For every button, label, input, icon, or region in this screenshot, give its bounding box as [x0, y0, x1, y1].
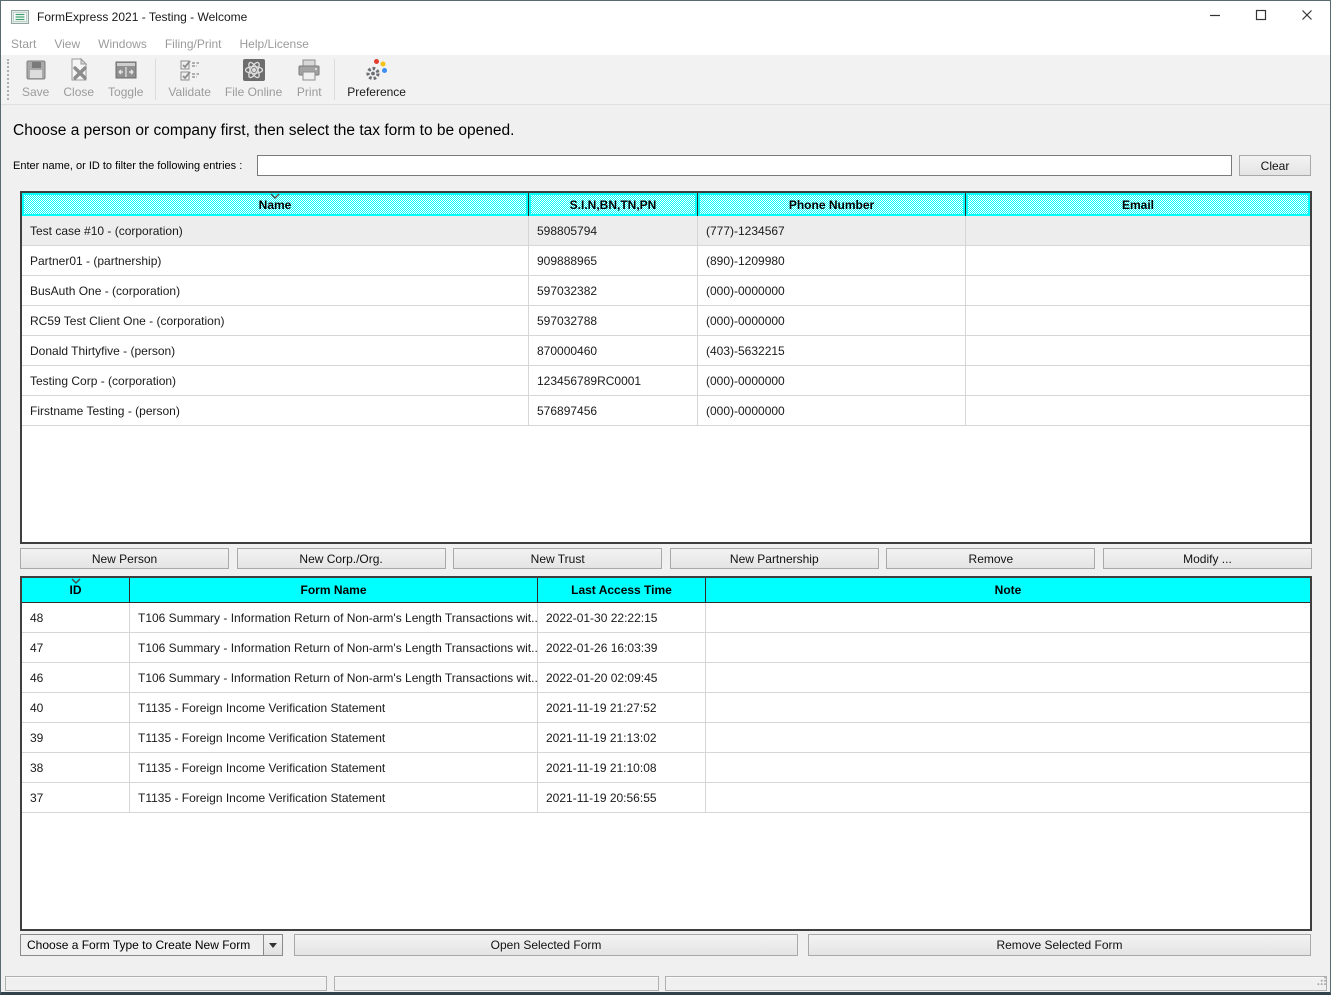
sort-chevron-icon [269, 193, 281, 199]
table-row[interactable]: Donald Thirtyfive - (person) 870000460 (… [22, 336, 1310, 366]
table-row[interactable]: 37 T1135 - Foreign Income Verification S… [22, 783, 1310, 813]
table-row[interactable]: Testing Corp - (corporation) 123456789RC… [22, 366, 1310, 396]
modify-button[interactable]: Modify ... [1103, 548, 1312, 569]
toolbar-save-label: Save [22, 84, 49, 100]
toolbar-save-button[interactable]: Save [15, 55, 56, 104]
toolbar-preference-button[interactable]: Preference [340, 55, 413, 104]
toolbar-toggle-label: Toggle [108, 84, 143, 100]
column-header-id[interactable]: ID [22, 578, 130, 603]
toolbar-separator [155, 59, 156, 100]
column-header-last-access[interactable]: Last Access Time [538, 578, 706, 603]
client-actions: New Person New Corp./Org. New Trust New … [20, 548, 1312, 569]
filter-input[interactable] [257, 155, 1232, 176]
toolbar-close-label: Close [63, 84, 94, 100]
atom-icon [241, 56, 267, 84]
toolbar-file-online-label: File Online [225, 84, 282, 100]
clear-button[interactable]: Clear [1239, 155, 1311, 176]
table-row[interactable]: RC59 Test Client One - (corporation) 597… [22, 306, 1310, 336]
new-corp-org-button[interactable]: New Corp./Org. [237, 548, 446, 569]
maximize-icon [1255, 8, 1267, 26]
menu-filing-print[interactable]: Filing/Print [156, 37, 231, 51]
clients-table: Name S.I.N,BN,TN,PN Phone Number Email T… [20, 191, 1312, 544]
window-title: FormExpress 2021 - Testing - Welcome [37, 10, 247, 24]
minimize-button[interactable] [1192, 1, 1238, 33]
table-row[interactable]: Firstname Testing - (person) 576897456 (… [22, 396, 1310, 426]
column-header-email[interactable]: Email [966, 193, 1310, 216]
table-row[interactable]: 48 T106 Summary - Information Return of … [22, 603, 1310, 633]
menu-start[interactable]: Start [2, 37, 45, 51]
status-panel [665, 976, 1327, 991]
table-row[interactable]: 46 T106 Summary - Information Return of … [22, 663, 1310, 693]
toolbar-close-button[interactable]: Close [56, 55, 101, 104]
dropdown-arrow-button[interactable] [263, 935, 282, 955]
toolbar-separator [334, 59, 335, 100]
sort-chevron-icon [70, 578, 82, 584]
table-row[interactable]: 47 T106 Summary - Information Return of … [22, 633, 1310, 663]
forms-table: ID Form Name Last Access Time Note 48 T1… [20, 576, 1312, 931]
new-person-button[interactable]: New Person [20, 548, 229, 569]
window-controls [1192, 1, 1330, 33]
toggle-window-icon [113, 56, 139, 84]
toolbar-validate-button[interactable]: Validate [161, 55, 217, 104]
remove-button[interactable]: Remove [886, 548, 1095, 569]
table-row[interactable]: Test case #10 - (corporation) 598805794 … [22, 216, 1310, 246]
status-bar [1, 972, 1330, 993]
form-list-icon [11, 9, 29, 25]
new-partnership-button[interactable]: New Partnership [670, 548, 879, 569]
column-header-note[interactable]: Note [706, 578, 1310, 603]
toolbar-drag-handle-icon[interactable] [7, 59, 10, 100]
table-row[interactable]: 40 T1135 - Foreign Income Verification S… [22, 693, 1310, 723]
floppy-icon [23, 56, 49, 84]
new-trust-button[interactable]: New Trust [453, 548, 662, 569]
open-selected-form-button[interactable]: Open Selected Form [294, 934, 798, 956]
toolbar-print-button[interactable]: Print [289, 55, 329, 104]
resize-grip-icon[interactable] [1316, 973, 1327, 991]
status-panel [5, 976, 327, 991]
toolbar-toggle-button[interactable]: Toggle [101, 55, 150, 104]
app-window: FormExpress 2021 - Testing - Welcome Sta… [0, 0, 1331, 995]
column-header-name[interactable]: Name [22, 193, 529, 216]
toolbar-file-online-button[interactable]: File Online [218, 55, 289, 104]
forms-table-header: ID Form Name Last Access Time Note [22, 578, 1310, 603]
table-row[interactable]: 38 T1135 - Foreign Income Verification S… [22, 753, 1310, 783]
new-form-type-dropdown-label: Choose a Form Type to Create New Form [21, 938, 263, 952]
minimize-icon [1209, 8, 1221, 26]
toolbar-validate-label: Validate [168, 84, 210, 100]
table-row[interactable]: BusAuth One - (corporation) 597032382 (0… [22, 276, 1310, 306]
toolbar-print-label: Print [297, 84, 322, 100]
title-bar: FormExpress 2021 - Testing - Welcome [1, 1, 1330, 33]
toolbar-preference-label: Preference [347, 84, 406, 100]
close-icon [1301, 8, 1313, 26]
remove-selected-form-button[interactable]: Remove Selected Form [808, 934, 1311, 956]
menu-view[interactable]: View [45, 37, 89, 51]
column-header-sin[interactable]: S.I.N,BN,TN,PN [529, 193, 698, 216]
chevron-down-icon [269, 943, 277, 948]
filter-label: Enter name, or ID to filter the followin… [13, 160, 242, 172]
printer-icon [296, 56, 322, 84]
menu-bar: Start View Windows Filing/Print Help/Lic… [1, 33, 1330, 55]
table-row[interactable]: 39 T1135 - Foreign Income Verification S… [22, 723, 1310, 753]
column-header-form-name[interactable]: Form Name [130, 578, 538, 603]
column-header-phone[interactable]: Phone Number [698, 193, 966, 216]
menu-windows[interactable]: Windows [89, 37, 156, 51]
close-button[interactable] [1284, 1, 1330, 33]
maximize-button[interactable] [1238, 1, 1284, 33]
new-form-type-dropdown[interactable]: Choose a Form Type to Create New Form [20, 934, 283, 956]
gear-dots-icon [364, 56, 390, 84]
clients-table-header: Name S.I.N,BN,TN,PN Phone Number Email [22, 193, 1310, 216]
close-document-icon [66, 56, 92, 84]
page-title: Choose a person or company first, then s… [13, 122, 514, 140]
status-panel [334, 976, 659, 991]
toolbar: Save Close Tog [1, 55, 1330, 105]
checklist-icon [177, 56, 203, 84]
menu-help-license[interactable]: Help/License [231, 37, 318, 51]
table-row[interactable]: Partner01 - (partnership) 909888965 (890… [22, 246, 1310, 276]
